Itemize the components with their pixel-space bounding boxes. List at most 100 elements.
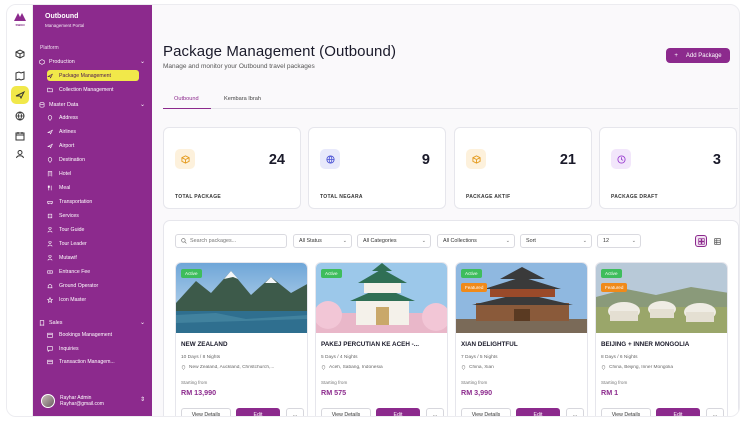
category-select[interactable]: All Categories ⌄ — [357, 234, 431, 248]
search-input[interactable]: Search packages... — [175, 234, 287, 248]
group-production-label: Production — [49, 59, 75, 65]
sidebar-item-mutawif[interactable]: Mutawif — [47, 253, 139, 264]
sidebar: Outbound Management Portal Platform Prod… — [33, 5, 152, 416]
sidebar-item-label: Hotel — [59, 170, 72, 177]
package-location: China, Beijing, Inner Mongolia — [601, 365, 724, 370]
edit-button[interactable]: Edit — [236, 408, 280, 416]
collection-select[interactable]: All Collections ⌄ — [437, 234, 515, 248]
user-profile[interactable]: Rayhar Admin Rayhar@gmail.com ⇕ — [41, 392, 147, 410]
sidebar-item-icon-master[interactable]: Icon Master — [47, 295, 139, 306]
sidebar-item-entrance-fee[interactable]: Entrance Fee — [47, 267, 139, 278]
view-details-button[interactable]: View Details — [321, 408, 371, 416]
sidebar-item-package-management[interactable]: Package Management — [47, 70, 139, 81]
calendar-icon — [15, 132, 25, 141]
more-options-button[interactable]: ... — [706, 408, 724, 416]
sidebar-item-label: Address — [59, 114, 79, 121]
rail-user-button[interactable] — [11, 145, 29, 163]
box-icon — [180, 154, 190, 164]
group-sales-label: Sales — [49, 320, 63, 326]
package-location-text: New Zealand, Auckland, Christchurch,... — [189, 365, 275, 370]
rail-globe-button[interactable] — [11, 107, 29, 125]
package-card[interactable]: Active PAKEJ PERCUTIAN KE ACEH -... 5 Da… — [315, 262, 448, 416]
message-icon — [47, 345, 53, 352]
rail-box-button[interactable] — [11, 45, 29, 63]
stat-card-package-aktif: 21 PACKAGE AKTIF — [454, 127, 592, 209]
logo-text: SWAN — [15, 23, 25, 27]
stat-label: TOTAL PACKAGE — [175, 194, 222, 200]
grid-icon — [697, 237, 705, 245]
status-select[interactable]: All Status ⌄ — [293, 234, 352, 248]
sidebar-item-ground-operator[interactable]: Ground Operator — [47, 281, 139, 292]
group-production[interactable]: Production ⌄ — [37, 57, 147, 67]
chevron-down-icon: ⌄ — [421, 238, 426, 244]
group-master-data[interactable]: Master Data ⌄ — [37, 100, 147, 110]
per-page-select[interactable]: 12 ⌄ — [597, 234, 641, 248]
package-location: New Zealand, Auckland, Christchurch,... — [181, 365, 304, 370]
map-pin-icon — [321, 365, 326, 370]
sidebar-item-collection-management[interactable]: Collection Management — [47, 84, 139, 95]
view-details-button[interactable]: View Details — [601, 408, 651, 416]
package-card[interactable]: Active NEW ZEALAND 10 Days / 8 Nights Ne… — [175, 262, 308, 416]
sidebar-item-meal[interactable]: Meal — [47, 182, 139, 193]
group-master-data-label: Master Data — [49, 102, 79, 108]
featured-badge: Featured — [461, 283, 488, 292]
user-icon — [47, 226, 53, 233]
box-icon — [471, 154, 481, 164]
package-price: RM 1 — [601, 388, 619, 397]
view-details-button[interactable]: View Details — [181, 408, 231, 416]
sidebar-item-label: Airport — [59, 142, 75, 149]
group-sales[interactable]: Sales ⌄ — [37, 318, 147, 328]
services-icon — [47, 213, 53, 218]
sidebar-item-transportation[interactable]: Transportation — [47, 196, 139, 207]
tab-kembara-ibrah[interactable]: Kembara Ibrah — [224, 96, 261, 102]
starting-from-label: Starting from — [181, 380, 208, 385]
package-location-text: Aceh, Sabang, Indonesia — [329, 365, 383, 370]
stat-label: TOTAL NEGARA — [320, 194, 363, 200]
sidebar-item-bookings-management[interactable]: Bookings Management — [47, 329, 139, 340]
sidebar-item-airlines[interactable]: Airlines — [47, 126, 139, 137]
map-icon — [15, 71, 25, 81]
rail-map-button[interactable] — [11, 67, 29, 85]
stat-icon-bg — [466, 149, 486, 169]
tab-outbound[interactable]: Outbound — [174, 96, 199, 102]
sidebar-item-destination[interactable]: Destination — [47, 154, 139, 165]
sidebar-item-services[interactable]: Services — [47, 210, 139, 221]
sidebar-item-inquiries[interactable]: Inquiries — [47, 343, 139, 354]
sidebar-item-label: Package Management — [59, 72, 111, 79]
more-options-button[interactable]: ... — [566, 408, 584, 416]
list-view-button[interactable] — [711, 235, 723, 247]
sidebar-item-tour-leader[interactable]: Tour Leader — [47, 238, 139, 249]
grid-view-button[interactable] — [695, 235, 707, 247]
app-window: SWAN Outbound Management Portal Platform — [6, 4, 740, 417]
chevron-updown-icon: ⇕ — [139, 397, 145, 403]
brand-logo[interactable]: SWAN — [12, 11, 28, 27]
package-card[interactable]: Active Featured XIAN DELIGHTFUL 7 Days /… — [455, 262, 588, 416]
more-options-button[interactable]: ... — [426, 408, 444, 416]
package-card[interactable]: Active Featured BEIJING + INNER MONGOLIA… — [595, 262, 728, 416]
edit-button[interactable]: Edit — [656, 408, 700, 416]
rail-plane-button[interactable] — [11, 86, 29, 104]
sidebar-item-tour-guide[interactable]: Tour Guide — [47, 224, 139, 235]
add-package-button[interactable]: + Add Package — [666, 48, 730, 63]
edit-button[interactable]: Edit — [516, 408, 560, 416]
sidebar-item-address[interactable]: Address — [47, 112, 139, 123]
sidebar-item-label: Mutawif — [59, 255, 77, 261]
sidebar-item-label: Collection Management — [59, 86, 114, 93]
store-icon — [47, 283, 53, 289]
sidebar-item-hotel[interactable]: Hotel — [47, 168, 139, 179]
plane-icon — [47, 143, 53, 149]
status-badge: Active — [181, 269, 202, 278]
plane-icon — [15, 90, 25, 100]
edit-button[interactable]: Edit — [376, 408, 420, 416]
more-options-button[interactable]: ... — [286, 408, 304, 416]
rail-calendar-button[interactable] — [11, 127, 29, 145]
sort-select[interactable]: Sort ⌄ — [520, 234, 592, 248]
sidebar-item-label: Entrance Fee — [59, 269, 91, 276]
user-icon — [16, 150, 24, 159]
view-details-button[interactable]: View Details — [461, 408, 511, 416]
sidebar-item-transaction-management[interactable]: Transaction Managem... — [47, 356, 139, 367]
plane-icon — [47, 73, 53, 78]
user-email: Rayhar@gmail.com — [60, 401, 104, 407]
stat-icon-bg — [175, 149, 195, 169]
sidebar-item-airport[interactable]: Airport — [47, 140, 139, 151]
